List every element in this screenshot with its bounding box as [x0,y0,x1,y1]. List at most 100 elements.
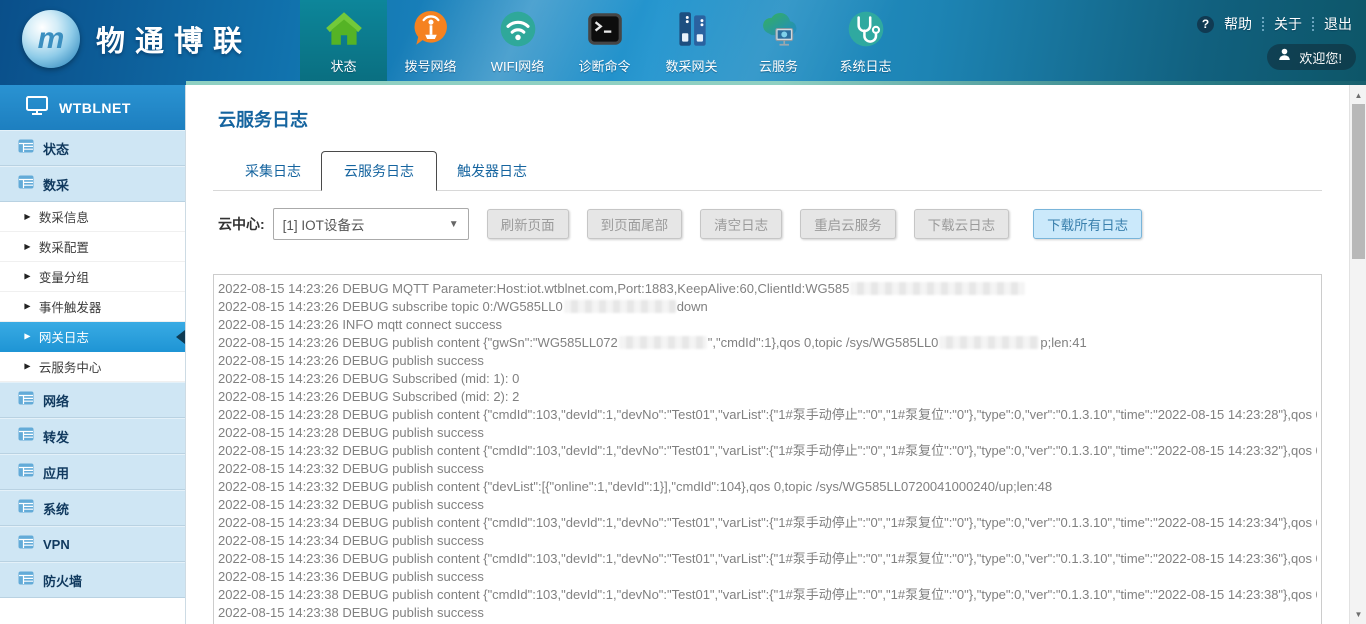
sidebar-item-firewall[interactable]: 防火墙 [0,562,185,598]
nav-item-diagnostic[interactable]: 诊断命令 [561,0,648,81]
nav-item-status[interactable]: 状态 [300,0,387,81]
sidebar-item-daq[interactable]: 数采 [0,166,185,202]
cloud-center-select[interactable]: [1] IOT设备云 ▼ [273,208,469,240]
log-line: 2022-08-15 14:23:28 DEBUG publish conten… [218,406,1317,424]
log-text: 2022-08-15 14:23:26 INFO mqtt connect su… [218,317,502,332]
wifi-icon [497,8,539,50]
scroll-up-arrow-icon[interactable]: ▲ [1350,87,1366,103]
tab-collect-log[interactable]: 采集日志 [225,152,321,190]
sidebar-item-label: 数采信息 [39,207,89,226]
sidebar-item-cloud-center[interactable]: ▶ 云服务中心 [0,352,185,382]
log-text: 2022-08-15 14:23:32 DEBUG publish succes… [218,497,484,512]
separator [1262,17,1264,31]
log-text: 2022-08-15 14:23:34 DEBUG publish succes… [218,533,484,548]
goto-bottom-button[interactable]: 到页面尾部 [587,209,683,239]
nav-item-cloud-service[interactable]: 云服务 [735,0,822,81]
sidebar-item-label: 数采配置 [39,237,89,256]
top-link-logout[interactable]: 退出 [1324,14,1352,34]
sidebar-menu: 状态数采▶数采信息▶数采配置▶变量分组▶事件触发器▶网关日志▶云服务中心网络转发… [0,130,185,598]
log-text: 2022-08-15 14:23:32 DEBUG publish conten… [218,443,1317,458]
user-icon [1277,47,1292,67]
sidebar-item-label: 数采 [43,175,69,194]
sidebar-item-vpn[interactable]: VPN [0,526,185,562]
log-text: 2022-08-15 14:23:26 DEBUG Subscribed (mi… [218,389,519,404]
sidebar-item-daq-info[interactable]: ▶数采信息 [0,202,185,232]
log-text: ","cmdId":1},qos 0,topic /sys/WG585LL0 [708,335,939,350]
welcome-badge[interactable]: 欢迎您! [1267,44,1356,70]
sidebar-item-network[interactable]: 网络 [0,382,185,418]
clear-log-button[interactable]: 清空日志 [700,209,782,239]
sidebar-item-status[interactable]: 状态 [0,130,185,166]
sidebar-item-event-trigger[interactable]: ▶事件触发器 [0,292,185,322]
nav-item-label: 诊断命令 [578,56,630,75]
nav-item-wifi-network[interactable]: WIFI网络 [474,0,561,81]
sidebar-item-gateway-log[interactable]: ▶网关日志 [0,322,185,352]
nav-item-dial-network[interactable]: 拨号网络 [387,0,474,81]
sidebar-item-var-group[interactable]: ▶变量分组 [0,262,185,292]
log-line: 2022-08-15 14:23:34 DEBUG publish conten… [218,514,1317,532]
welcome-text: 欢迎您! [1299,48,1342,67]
sidebar-item-system[interactable]: 系统 [0,490,185,526]
current-item-arrow-icon [176,330,185,344]
log-panel[interactable]: 2022-08-15 14:23:26 DEBUG MQTT Parameter… [213,274,1322,624]
sidebar-item-label: 应用 [43,463,69,482]
log-text: 2022-08-15 14:23:38 DEBUG publish conten… [218,587,1317,602]
tab-trigger-log[interactable]: 触发器日志 [437,152,547,190]
log-text: p;len:41 [1040,335,1086,350]
nav-item-label: WIFI网络 [491,56,544,75]
nav-item-label: 云服务 [759,56,798,75]
triangle-bullet-icon: ▶ [24,362,30,372]
log-line: 2022-08-15 14:23:32 DEBUG publish succes… [218,496,1317,514]
topbar-links: ? 帮助 关于 退出 [1197,14,1352,34]
sidebar-item-daq-config[interactable]: ▶ 数采配置 [0,232,185,262]
list-grid-icon [18,426,34,447]
triangle-bullet-icon: ▶ [24,332,30,342]
log-line: 2022-08-15 14:23:28 DEBUG publish succes… [218,424,1317,442]
list-grid-icon [18,138,34,159]
sidebar-item-label: 变量分组 [39,267,89,286]
scroll-down-arrow-icon[interactable]: ▼ [1350,606,1366,622]
download-cloud-log-button[interactable]: 下载云日志 [914,209,1010,239]
triangle-bullet-icon: ▶ [24,242,30,252]
sidebar-item-forward[interactable]: 转发 [0,418,185,454]
brand-logo-text: 物通博联 [96,18,252,60]
log-line: 2022-08-15 14:23:26 DEBUG MQTT Parameter… [218,280,1317,298]
tab-cloud-log[interactable]: 云服务日志 [321,151,437,191]
home-icon [323,8,365,50]
stethoscope-icon [845,8,887,50]
log-text: 2022-08-15 14:23:26 DEBUG MQTT Parameter… [218,281,849,296]
sidebar-header[interactable]: WTBLNET [0,85,185,130]
controls-row: 云中心: [1] IOT设备云 ▼ 刷新页面到页面尾部清空日志重启云服务下载云日… [213,208,1322,240]
download-all-logs-button[interactable]: 下载所有日志 [1033,209,1142,239]
log-line: 2022-08-15 14:23:38 DEBUG publish succes… [218,604,1317,622]
help-icon: ? [1197,16,1214,33]
nav-item-label: 数采网关 [665,56,717,75]
page-title: 云服务日志 [218,106,1322,132]
monitor-icon [25,93,49,122]
list-grid-icon [18,534,34,555]
log-text: 2022-08-15 14:23:26 DEBUG subscribe topi… [218,299,563,314]
separator [1312,17,1314,31]
vertical-scrollbar[interactable]: ▲ ▼ [1349,85,1366,624]
log-line: 2022-08-15 14:23:34 DEBUG publish succes… [218,532,1317,550]
nav-item-daq-gateway[interactable]: 数采网关 [648,0,735,81]
log-text: 2022-08-15 14:23:32 DEBUG publish succes… [218,461,484,476]
log-line: 2022-08-15 14:23:32 DEBUG publish conten… [218,442,1317,460]
restart-cloud-button[interactable]: 重启云服务 [800,209,896,239]
refresh-page-button[interactable]: 刷新页面 [487,209,569,239]
sidebar-item-label: 云服务中心 [39,357,102,376]
header: m 物通博联 状态拨号网络WIFI网络诊断命令数采网关云服务系统日志 ?帮助关于… [0,0,1366,85]
buttons-group: 刷新页面到页面尾部清空日志重启云服务下载云日志下载所有日志 [469,209,1143,239]
top-link-about[interactable]: 关于 [1274,14,1302,34]
sidebar-item-label: 事件触发器 [39,297,102,316]
log-line: 2022-08-15 14:23:26 DEBUG subscribe topi… [218,298,1317,316]
cloud-icon [758,8,800,50]
log-text: 2022-08-15 14:23:32 DEBUG publish conten… [218,479,1052,494]
scrollbar-thumb[interactable] [1352,104,1365,259]
sidebar-item-app[interactable]: 应用 [0,454,185,490]
log-line: 2022-08-15 14:23:26 DEBUG Subscribed (mi… [218,370,1317,388]
top-link-help[interactable]: 帮助 [1224,14,1252,34]
log-text: 2022-08-15 14:23:26 DEBUG publish conten… [218,335,618,350]
nav-item-system-log[interactable]: 系统日志 [822,0,909,81]
nav-item-label: 拨号网络 [404,56,456,75]
